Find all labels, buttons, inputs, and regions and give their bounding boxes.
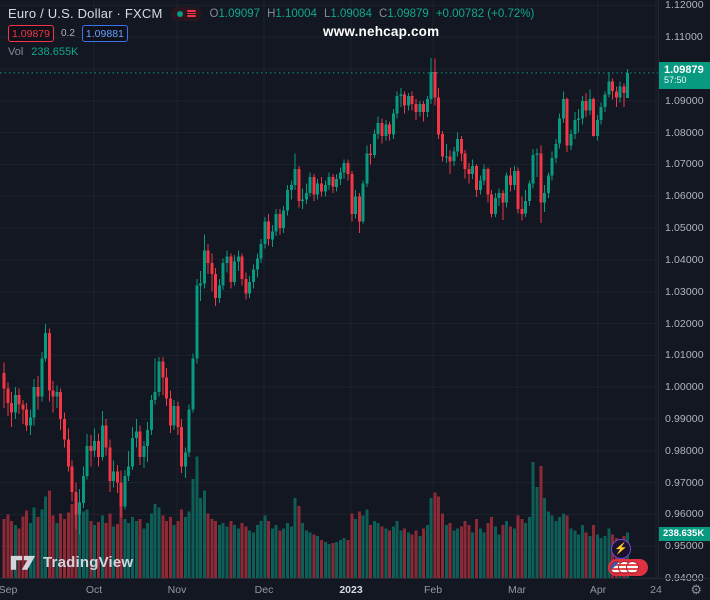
price-axis-label: 1.05000: [665, 222, 704, 235]
symbol-title[interactable]: Euro / U.S. Dollar · FXCM: [8, 6, 163, 21]
price-axis-label: 1.08000: [665, 126, 704, 139]
price-axis-label: 1.07000: [665, 158, 704, 171]
tradingview-logo-icon: [10, 555, 36, 570]
flag-icon: [626, 561, 639, 574]
price-axis-label: 0.98000: [665, 444, 704, 457]
time-axis-label: Sep: [0, 584, 18, 596]
tradingview-logo-text: TradingView: [43, 553, 134, 571]
last-price-label: 1.09879 57:50: [659, 62, 710, 89]
time-axis-label: Nov: [167, 584, 187, 596]
volume-value: 238.655K: [31, 46, 79, 58]
price-axis-label: 1.12000: [665, 0, 704, 12]
lightning-icon: ⚡: [614, 542, 628, 555]
price-axis-label: 1.06000: [665, 190, 704, 203]
volume-label: Vol: [8, 46, 24, 58]
idea-event-badge[interactable]: ⚡: [611, 539, 631, 559]
price-axis-label: 0.95000: [665, 540, 704, 553]
time-axis-label: Mar: [507, 584, 527, 596]
candlestick-chart[interactable]: [0, 0, 658, 578]
low-value: 1.09084: [330, 7, 372, 20]
market-status-pill[interactable]: [170, 6, 202, 21]
price-axis-label: 0.97000: [665, 476, 704, 489]
price-axis-label: 1.03000: [665, 285, 704, 298]
time-axis-label: 24: [650, 584, 662, 596]
bar-countdown: 57:50: [664, 75, 687, 86]
data-issue-icon: [186, 10, 196, 17]
ohlc-legend: O1.09097 H1.10004 L1.09084 C1.09879 +0.0…: [210, 8, 535, 20]
economic-events-badge[interactable]: [608, 559, 648, 576]
volume-legend: Vol 238.655K: [8, 46, 78, 58]
price-axis-label: 1.02000: [665, 317, 704, 330]
close-value: 1.09879: [387, 7, 429, 20]
price-axis-label: 0.96000: [665, 508, 704, 521]
close-label: C: [378, 7, 388, 20]
axis-settings-gear-icon[interactable]: ⚙: [690, 582, 702, 598]
sell-bid-button[interactable]: 1.09879: [8, 25, 54, 42]
time-axis-label: Dec: [254, 584, 274, 596]
price-axis-label: 1.04000: [665, 253, 704, 266]
price-axis-label: 1.01000: [665, 349, 704, 362]
buy-ask-button[interactable]: 1.09881: [81, 25, 128, 42]
price-axis-label: 1.00000: [665, 381, 704, 394]
volume-axis-label: 238.635K: [659, 527, 710, 541]
time-axis-label: Oct: [85, 584, 103, 596]
time-axis-label: Apr: [589, 584, 607, 596]
time-axis[interactable]: ⚙ Sep Oct Nov Dec 2023 Feb Mar Apr 24: [0, 578, 710, 600]
open-value: 1.09097: [218, 7, 261, 20]
tradingview-attribution[interactable]: TradingView: [10, 552, 133, 572]
trading-chart-window: Euro / U.S. Dollar · FXCM O1.09097 H1.10…: [0, 0, 710, 600]
time-axis-label: Feb: [423, 584, 443, 596]
time-axis-label: 2023: [339, 584, 363, 596]
grid-layer: [0, 0, 658, 578]
price-axis-label: 0.99000: [665, 412, 704, 425]
high-value: 1.10004: [275, 7, 317, 20]
watermark: www.nehcap.com: [323, 24, 440, 39]
price-axis-label: 1.11000: [665, 31, 703, 44]
price-axis-label: 1.09000: [665, 94, 704, 107]
spread-value: 0.2: [61, 28, 75, 39]
candles-layer: [2, 57, 630, 535]
change-value: +0.00782 (+0.72%): [435, 7, 535, 20]
market-open-dot-icon: [176, 10, 183, 17]
